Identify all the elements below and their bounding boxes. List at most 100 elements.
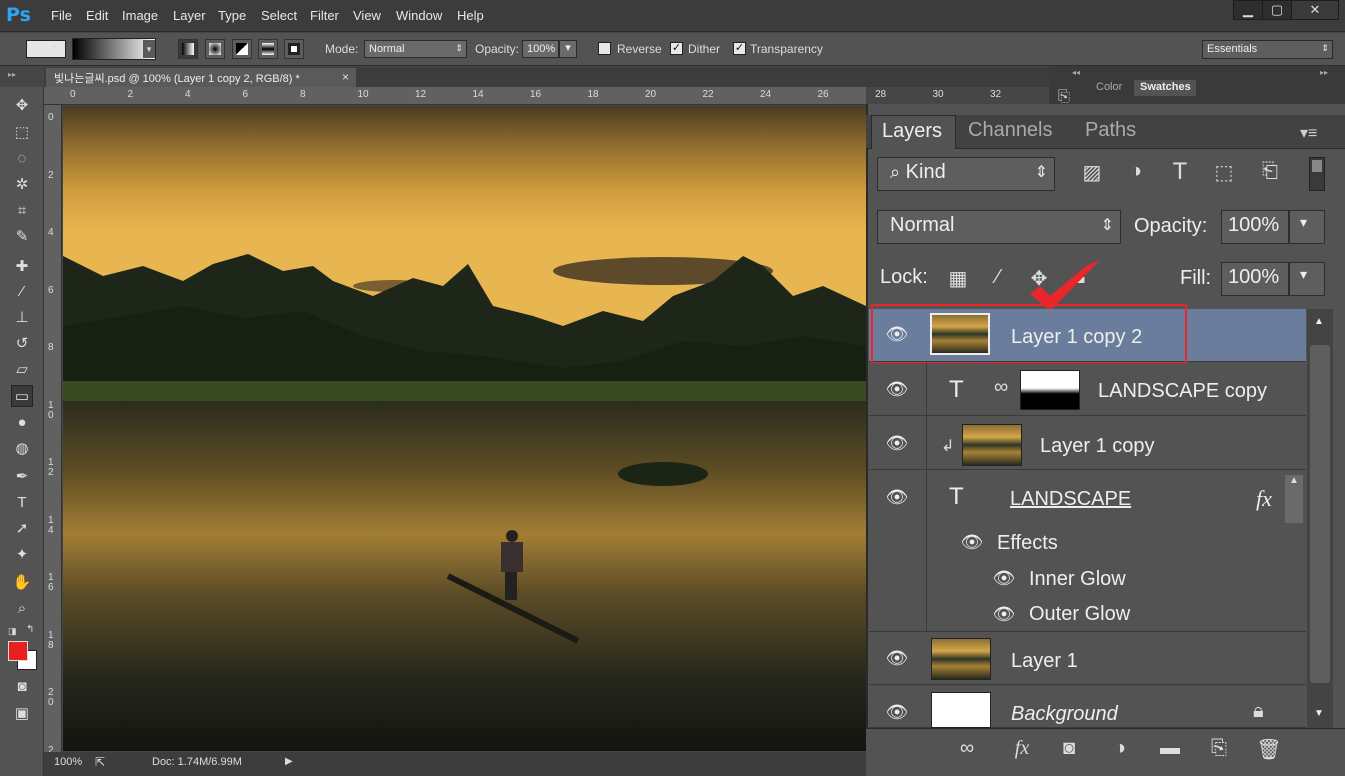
filter-kind-select[interactable]: ⌕ Kind ⇕ <box>877 157 1055 191</box>
layer-name[interactable]: Layer 1 <box>1011 650 1078 673</box>
menu-layer[interactable]: Layer <box>173 8 206 23</box>
fill-input[interactable]: 100% <box>1221 262 1289 296</box>
chevron-down-icon[interactable]: ▾ <box>52 42 57 53</box>
visibility-eye-icon[interactable]: 👁︎ <box>885 703 909 721</box>
maximize-button[interactable]: ▢ <box>1262 0 1292 20</box>
collapse-icon[interactable]: ◂◂ <box>1072 68 1080 77</box>
menu-edit[interactable]: Edit <box>86 8 108 23</box>
healing-brush-tool-icon[interactable]: ✚ <box>11 256 33 278</box>
visibility-eye-icon[interactable]: 👁︎ <box>992 605 1016 623</box>
reflected-gradient-icon[interactable] <box>258 39 278 59</box>
filter-smart-object-icon[interactable]: ⎗ <box>1256 160 1284 183</box>
menu-help[interactable]: Help <box>457 8 484 23</box>
quick-mask-icon[interactable]: ◙ <box>11 676 33 698</box>
menu-window[interactable]: Window <box>396 8 442 23</box>
screen-mode-icon[interactable]: ▣ <box>11 703 33 725</box>
effect-outer-glow[interactable]: Outer Glow <box>1029 603 1130 626</box>
scroll-up-icon[interactable]: ▲ <box>1314 316 1324 327</box>
filter-adjustment-icon[interactable]: ◑ <box>1122 160 1150 183</box>
gradient-tool-icon[interactable]: ▭ <box>11 385 33 407</box>
tab-channels[interactable]: Channels <box>958 115 1072 149</box>
chevron-down-icon[interactable]: ▾ <box>1289 210 1325 244</box>
add-layer-style-icon[interactable]: fx <box>1005 737 1039 760</box>
tab-paths[interactable]: Paths <box>1075 115 1155 149</box>
swap-colors-icon[interactable]: ↰ <box>26 624 34 635</box>
opacity-input[interactable]: 100% <box>522 40 559 58</box>
workspace-select[interactable]: Essentials ⇕ <box>1202 40 1333 59</box>
close-button[interactable]: ✕ <box>1291 0 1339 20</box>
filter-type-icon[interactable]: T <box>1166 158 1194 186</box>
layer-name[interactable]: LANDSCAPE copy <box>1098 380 1267 403</box>
lock-transparent-icon[interactable]: ▦ <box>944 266 972 291</box>
status-menu-arrow-icon[interactable]: ▶ <box>285 756 293 767</box>
visibility-eye-icon[interactable]: 👁︎ <box>885 488 909 506</box>
move-tool-icon[interactable]: ✥ <box>11 95 33 117</box>
delete-layer-icon[interactable]: 🗑︎ <box>1255 737 1283 762</box>
zoom-tool-icon[interactable]: ⌕ <box>11 598 33 620</box>
magic-wand-tool-icon[interactable]: ✲ <box>11 174 33 196</box>
blend-mode-select[interactable]: Normal ⇕ <box>877 210 1121 244</box>
color-tab[interactable]: Color <box>1090 80 1134 96</box>
menu-select[interactable]: Select <box>261 8 297 23</box>
chevron-down-icon[interactable]: ▾ <box>559 40 577 58</box>
document-tab[interactable]: 빛나는글씨.psd @ 100% (Layer 1 copy 2, RGB/8)… <box>46 68 356 87</box>
filter-pixel-icon[interactable]: ▨ <box>1078 160 1106 185</box>
history-brush-tool-icon[interactable]: ↺ <box>11 333 33 355</box>
visibility-eye-icon[interactable]: 👁︎ <box>885 434 909 452</box>
minimize-button[interactable]: ▁ <box>1233 0 1263 20</box>
mode-select[interactable]: Normal ⇕ <box>364 40 467 58</box>
gradient-tool-preset-icon[interactable] <box>26 40 66 58</box>
visibility-eye-icon[interactable]: 👁︎ <box>992 569 1016 587</box>
chevron-down-icon[interactable]: ▾ <box>1289 262 1325 296</box>
history-panel-icon[interactable]: ⎘ <box>1058 88 1070 105</box>
effect-inner-glow[interactable]: Inner Glow <box>1029 568 1126 591</box>
radial-gradient-icon[interactable] <box>205 39 225 59</box>
layer-name[interactable]: Background <box>1011 703 1118 726</box>
lock-image-icon[interactable]: ⁄ <box>984 266 1012 289</box>
diamond-gradient-icon[interactable] <box>284 39 304 59</box>
close-tab-icon[interactable]: × <box>342 70 349 84</box>
visibility-eye-icon[interactable]: 👁︎ <box>885 380 909 398</box>
filter-shape-icon[interactable]: ⬚ <box>1210 160 1238 185</box>
menu-view[interactable]: View <box>353 8 381 23</box>
dither-checkbox[interactable]: ✓ <box>670 42 683 55</box>
layer-name[interactable]: Layer 1 copy <box>1040 435 1155 458</box>
eyedropper-tool-icon[interactable]: ✎ <box>11 226 33 248</box>
clone-stamp-tool-icon[interactable]: ⊥ <box>11 307 33 329</box>
scroll-down-icon[interactable]: ▼ <box>1314 708 1324 719</box>
adjustment-layer-icon[interactable]: ◑ <box>1106 737 1134 760</box>
layer-name[interactable]: LANDSCAPE <box>1010 488 1131 511</box>
visibility-eye-icon[interactable]: 👁︎ <box>960 533 984 551</box>
hand-tool-icon[interactable]: ✋ <box>11 572 33 594</box>
reverse-checkbox[interactable] <box>598 42 611 55</box>
layer-mask-thumbnail[interactable] <box>1020 370 1080 410</box>
scrollbar-thumb[interactable] <box>1310 345 1330 683</box>
layer-opacity-input[interactable]: 100% <box>1221 210 1289 244</box>
new-layer-icon[interactable]: ⎘ <box>1205 737 1233 760</box>
brush-tool-icon[interactable]: ⁄ <box>11 281 33 303</box>
zoom-level[interactable]: 100% <box>54 756 82 768</box>
collapse-effects-icon[interactable]: ▲ <box>1285 475 1303 523</box>
link-icon[interactable]: ∞ <box>994 376 1008 399</box>
custom-shape-tool-icon[interactable]: ✦ <box>11 544 33 566</box>
lasso-tool-icon[interactable]: ◌ <box>11 148 33 170</box>
collapse-icon[interactable]: ▸▸ <box>1320 68 1328 77</box>
foreground-color-swatch[interactable] <box>8 641 28 661</box>
path-selection-tool-icon[interactable]: ➚ <box>11 518 33 540</box>
swatches-tab[interactable]: Swatches <box>1134 80 1196 96</box>
export-icon[interactable]: ⇱ <box>95 755 105 769</box>
panel-menu-icon[interactable]: ▾≡ <box>1300 123 1317 143</box>
marquee-tool-icon[interactable]: ⬚ <box>11 122 33 144</box>
filter-toggle[interactable] <box>1309 157 1325 191</box>
crop-tool-icon[interactable]: ⌗ <box>11 200 33 222</box>
add-mask-icon[interactable]: ◙ <box>1055 737 1083 760</box>
dodge-tool-icon[interactable]: ◍ <box>11 438 33 460</box>
menu-file[interactable]: File <box>51 8 72 23</box>
chevron-down-icon[interactable]: ▾ <box>143 40 155 58</box>
angle-gradient-icon[interactable] <box>232 39 252 59</box>
blur-tool-icon[interactable]: ● <box>11 412 33 434</box>
linear-gradient-icon[interactable] <box>178 39 198 59</box>
fx-icon[interactable]: fx <box>1256 486 1272 512</box>
visibility-eye-icon[interactable]: 👁︎ <box>885 649 909 667</box>
pen-tool-icon[interactable]: ✒ <box>11 466 33 488</box>
